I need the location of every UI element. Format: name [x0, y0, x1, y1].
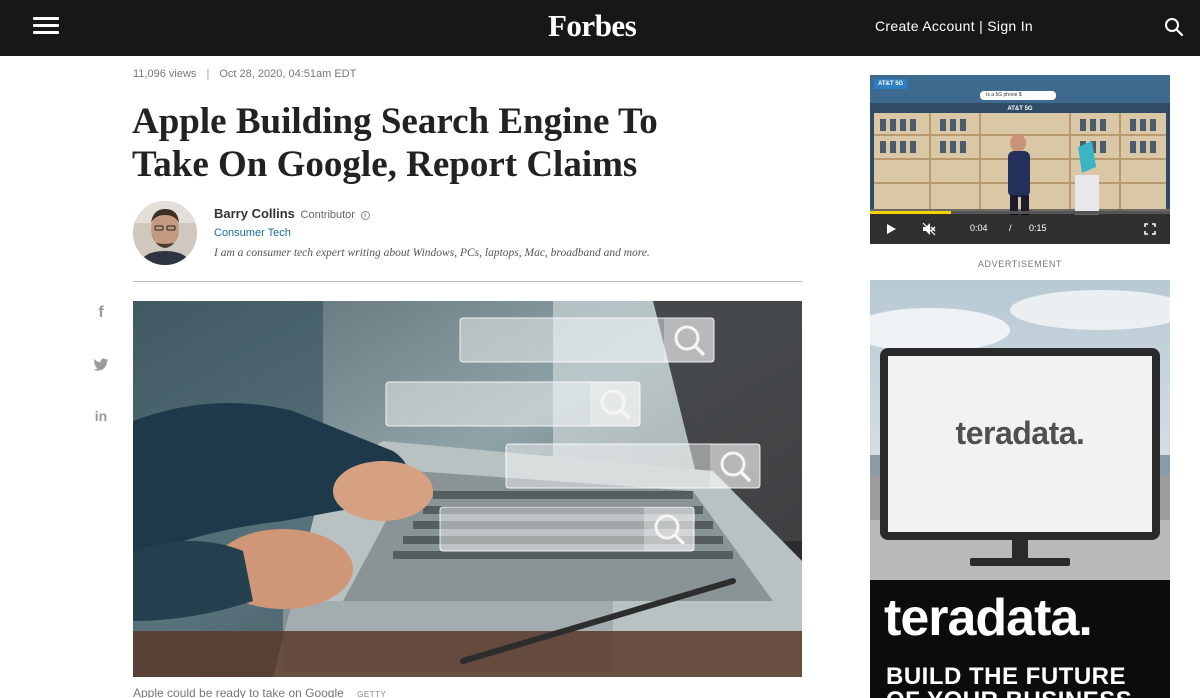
- author-block: Barry Collins Contributor i Consumer Tec…: [133, 201, 802, 282]
- author-name[interactable]: Barry Collins: [214, 206, 295, 221]
- image-caption: Apple could be ready to take on Google G…: [133, 686, 386, 698]
- sign-in-link[interactable]: Sign In: [987, 18, 1033, 34]
- meta-separator: |: [206, 68, 210, 80]
- fullscreen-icon[interactable]: [1144, 223, 1156, 235]
- twitter-share-icon[interactable]: [92, 358, 110, 376]
- mute-icon[interactable]: [922, 222, 936, 236]
- ad-banner-logo: teradata.: [884, 589, 1093, 647]
- account-separator: |: [979, 18, 984, 34]
- video-time-separator: /: [1009, 223, 1012, 233]
- linkedin-share-icon[interactable]: in: [92, 408, 110, 426]
- author-line: Barry Collins Contributor i: [214, 206, 370, 221]
- video-controls: 0:04 / 0:15: [870, 214, 1170, 244]
- video-player[interactable]: AT&T 5G Is a 5G phone $ AT&T 5G 0:04 / 0…: [870, 75, 1170, 244]
- create-account-link[interactable]: Create Account: [875, 18, 975, 34]
- forbes-logo[interactable]: Forbes: [548, 8, 637, 44]
- video-store-sign: AT&T 5G: [1007, 106, 1033, 112]
- caption-text: Apple could be ready to take on Google: [133, 686, 344, 698]
- account-links: Create Account | Sign In: [875, 18, 1033, 34]
- publish-date: Oct 28, 2020, 04:51am EDT: [219, 68, 357, 80]
- headline-line-1: Apple Building Search Engine To: [132, 101, 658, 142]
- video-brand-tag: AT&T 5G: [874, 79, 908, 89]
- teradata-display-ad[interactable]: teradata. teradata. BUILD THE FUTURE OF …: [870, 280, 1170, 698]
- hamburger-menu-icon[interactable]: [33, 17, 59, 39]
- video-search-bar: Is a 5G phone $: [980, 91, 1056, 100]
- author-bio: I am a consumer tech expert writing abou…: [214, 247, 650, 259]
- facebook-share-icon[interactable]: f: [92, 304, 110, 322]
- top-navigation-bar: Forbes Create Account | Sign In: [0, 0, 1200, 56]
- play-icon[interactable]: [886, 224, 896, 234]
- ad-tagline-line-2: OF YOUR BUSINESS: [886, 688, 1132, 698]
- article-hero-image: [133, 301, 802, 677]
- author-avatar[interactable]: [133, 201, 197, 265]
- video-time-total: 0:15: [1029, 223, 1047, 233]
- channel-link[interactable]: Consumer Tech: [214, 227, 291, 239]
- headline-line-2: Take On Google, Report Claims: [132, 144, 638, 185]
- video-time-current: 0:04: [970, 223, 988, 233]
- article-headline: Apple Building Search Engine To Take On …: [132, 100, 772, 186]
- ad-screen-logo: teradata.: [955, 415, 1085, 451]
- advertisement-label: ADVERTISEMENT: [977, 259, 1063, 269]
- article-meta: 11,096 views | Oct 28, 2020, 04:51am EDT: [133, 68, 356, 80]
- image-credit: GETTY: [357, 690, 387, 698]
- search-icon[interactable]: [1164, 17, 1184, 37]
- info-icon[interactable]: i: [360, 211, 370, 220]
- author-role: Contributor: [300, 209, 355, 221]
- view-count: 11,096 views: [133, 68, 197, 80]
